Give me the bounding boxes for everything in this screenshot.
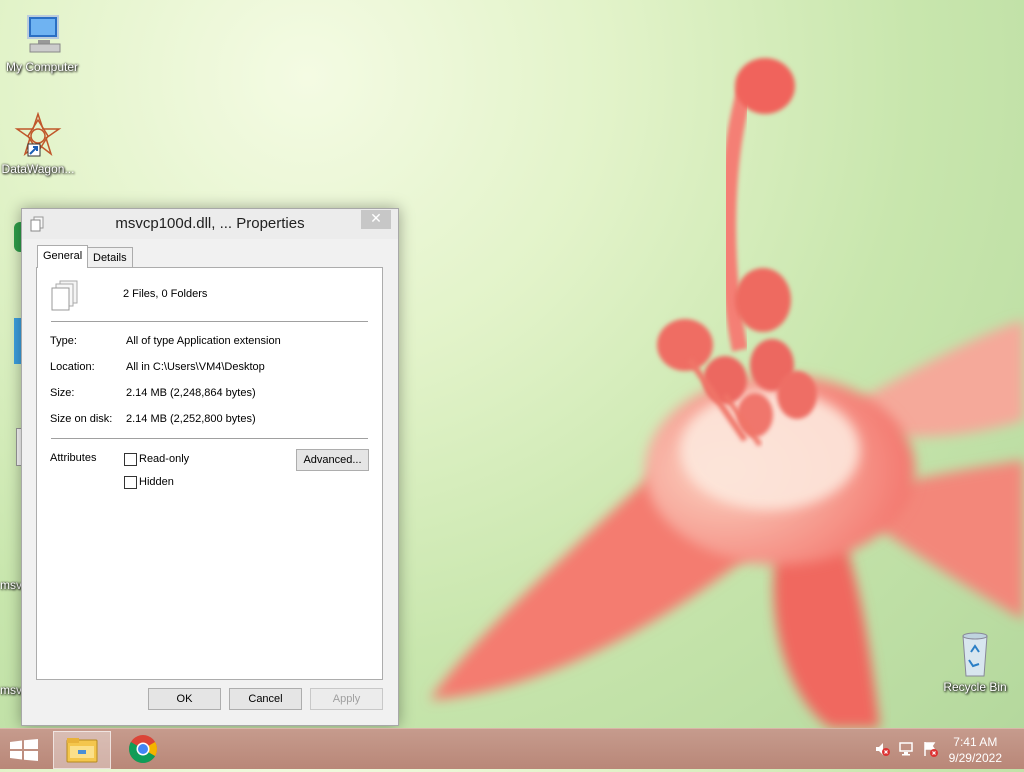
chrome-icon xyxy=(129,735,157,763)
desktop-icon-label: DataWagon... xyxy=(1,162,75,176)
recycle-bin-icon xyxy=(951,630,999,678)
close-icon: ✕ xyxy=(370,211,382,227)
action-center-icon[interactable] xyxy=(922,741,938,757)
ok-button[interactable]: OK xyxy=(148,688,221,710)
clock-time: 7:41 AM xyxy=(953,735,998,749)
desktop-icon-my-computer[interactable]: My Computer xyxy=(0,10,84,74)
network-icon[interactable] xyxy=(898,741,914,757)
hidden-label[interactable]: Hidden xyxy=(139,476,174,488)
properties-dialog[interactable]: msvcp100d.dll, ... Properties ✕ General … xyxy=(21,208,399,726)
desktop-icon-label: Recycle Bin xyxy=(943,680,1007,694)
start-button[interactable] xyxy=(10,739,38,761)
size-label: Size: xyxy=(50,387,75,399)
advanced-button[interactable]: Advanced... xyxy=(296,449,369,471)
location-label: Location: xyxy=(50,361,95,373)
taskbar: 7:41 AM 9/29/2022 xyxy=(0,728,1024,769)
attributes-label: Attributes xyxy=(50,452,97,464)
readonly-label[interactable]: Read-only xyxy=(139,453,189,465)
computer-icon xyxy=(18,10,66,58)
datawagon-shortcut-icon xyxy=(14,111,62,160)
separator xyxy=(51,438,368,439)
separator xyxy=(51,321,368,322)
apply-button[interactable]: Apply xyxy=(310,688,383,710)
dialog-titlebar[interactable]: msvcp100d.dll, ... Properties ✕ xyxy=(22,209,398,239)
readonly-checkbox[interactable] xyxy=(124,453,137,466)
selection-summary: 2 Files, 0 Folders xyxy=(123,288,208,300)
taskbar-chrome[interactable] xyxy=(115,731,171,767)
file-explorer-icon xyxy=(66,738,98,763)
desktop-icon-label: My Computer xyxy=(5,60,79,74)
size-value: 2.14 MB (2,248,864 bytes) xyxy=(126,387,256,399)
volume-muted-icon[interactable] xyxy=(874,741,890,757)
cancel-button[interactable]: Cancel xyxy=(229,688,302,710)
hidden-checkbox[interactable] xyxy=(124,476,137,489)
clock-date: 9/29/2022 xyxy=(948,751,1002,765)
tab-details[interactable]: Details xyxy=(87,247,133,268)
location-value: All in C:\Users\VM4\Desktop xyxy=(126,361,265,373)
desktop-icon-recycle-bin[interactable]: Recycle Bin xyxy=(933,630,1017,694)
size-on-disk-value: 2.14 MB (2,252,800 bytes) xyxy=(126,413,256,425)
size-on-disk-label: Size on disk: xyxy=(50,413,113,425)
tab-general[interactable]: General xyxy=(37,245,89,268)
dialog-title: msvcp100d.dll, ... Properties xyxy=(115,215,305,232)
multiple-files-icon xyxy=(51,280,78,311)
taskbar-file-explorer[interactable] xyxy=(53,731,111,769)
desktop-icon-datawagon[interactable]: DataWagon... xyxy=(0,111,80,176)
general-tab-panel: 2 Files, 0 Folders Type: All of type App… xyxy=(36,267,383,680)
taskbar-clock[interactable]: 7:41 AM 9/29/2022 xyxy=(949,734,1002,766)
close-button[interactable]: ✕ xyxy=(361,210,391,229)
type-value: All of type Application extension xyxy=(126,335,281,347)
type-label: Type: xyxy=(50,335,77,347)
